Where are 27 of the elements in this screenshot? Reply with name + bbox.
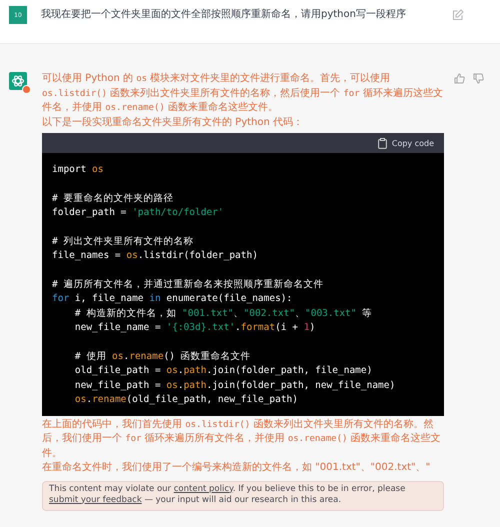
edit-icon[interactable] (452, 9, 464, 21)
code-line: import os (52, 163, 104, 177)
code-line: old_file_path = os.path.join(folder_path, file_name) (74, 364, 374, 378)
code-line: file_names = os.listdir(folder_path) (52, 249, 259, 263)
code-line: # 要重命名的文件夹的路径 (52, 192, 174, 206)
submit-feedback-link[interactable]: submit your feedback (49, 494, 142, 504)
code-line: # 构造新的文件名，如 "001.txt"、"002.txt"、"003.txt" 等 (74, 306, 374, 320)
code-line: # 列出文件夹里所有文件的名称 (52, 234, 194, 248)
code-line: for i, file_name in enumerate(file_names): (52, 292, 294, 306)
copy-code-button[interactable]: Copy code (378, 138, 434, 148)
code-line: folder_path = 'path/to/folder' (52, 206, 225, 220)
warning-badge-icon (22, 85, 31, 94)
answer-paragraph: 在重命名文件时，我们使用了一个编号来构造新的文件名，如 "001.txt"、"002.txt"、" (42, 461, 432, 475)
clipboard-icon (378, 138, 387, 148)
answer-paragraph: 在上面的代码中，我们首先使用 os.listdir() 函数来列出文件夹里所有文件的名称。然后，我们使用一个 for 循环来遍历所有文件名，并使用 os.rename() 函数来重命名这些文件。 (42, 418, 442, 460)
code-line: # 使用 os.rename() 函数重命名文件 (74, 350, 252, 364)
code-line: new_file_path = os.path.join(folder_path, new_file_name) (74, 378, 396, 392)
code-line: # 遍历所有文件名，并通过重新命名来按照顺序重新命名文件 (52, 278, 324, 292)
thumbs-up-icon[interactable] (454, 73, 465, 84)
content-policy-link[interactable]: content policy (174, 484, 233, 494)
user-message: 我现在要把一个文件夹里面的文件全部按照顺序重新命名，请用python写一段程序 (41, 8, 407, 22)
code-line: new_file_name = '{:03d}.txt'.format(i + 1) (74, 321, 316, 335)
notice-text: This content may violate our content policy. If you believe this to be in error, please submit your feedback — your input will aid our research in this area. (49, 484, 406, 504)
code-line: os.rename(old_file_path, new_file_path) (74, 393, 299, 407)
answer-paragraph: 以下是一段实现重命名文件夹里所有文件的 Python 代码： (42, 116, 304, 130)
answer-paragraph: 可以使用 Python 的 os 模块来对文件夹里的文件进行重命名。首先，可以使用 os.listdir() 函数来列出文件夹里所有文件的名称，然后使用一个 for 循环来遍历这些文件名，并使用 os.rename() 函数来重命名这些文件。 (42, 72, 444, 115)
thumbs-down-icon[interactable] (473, 73, 484, 84)
